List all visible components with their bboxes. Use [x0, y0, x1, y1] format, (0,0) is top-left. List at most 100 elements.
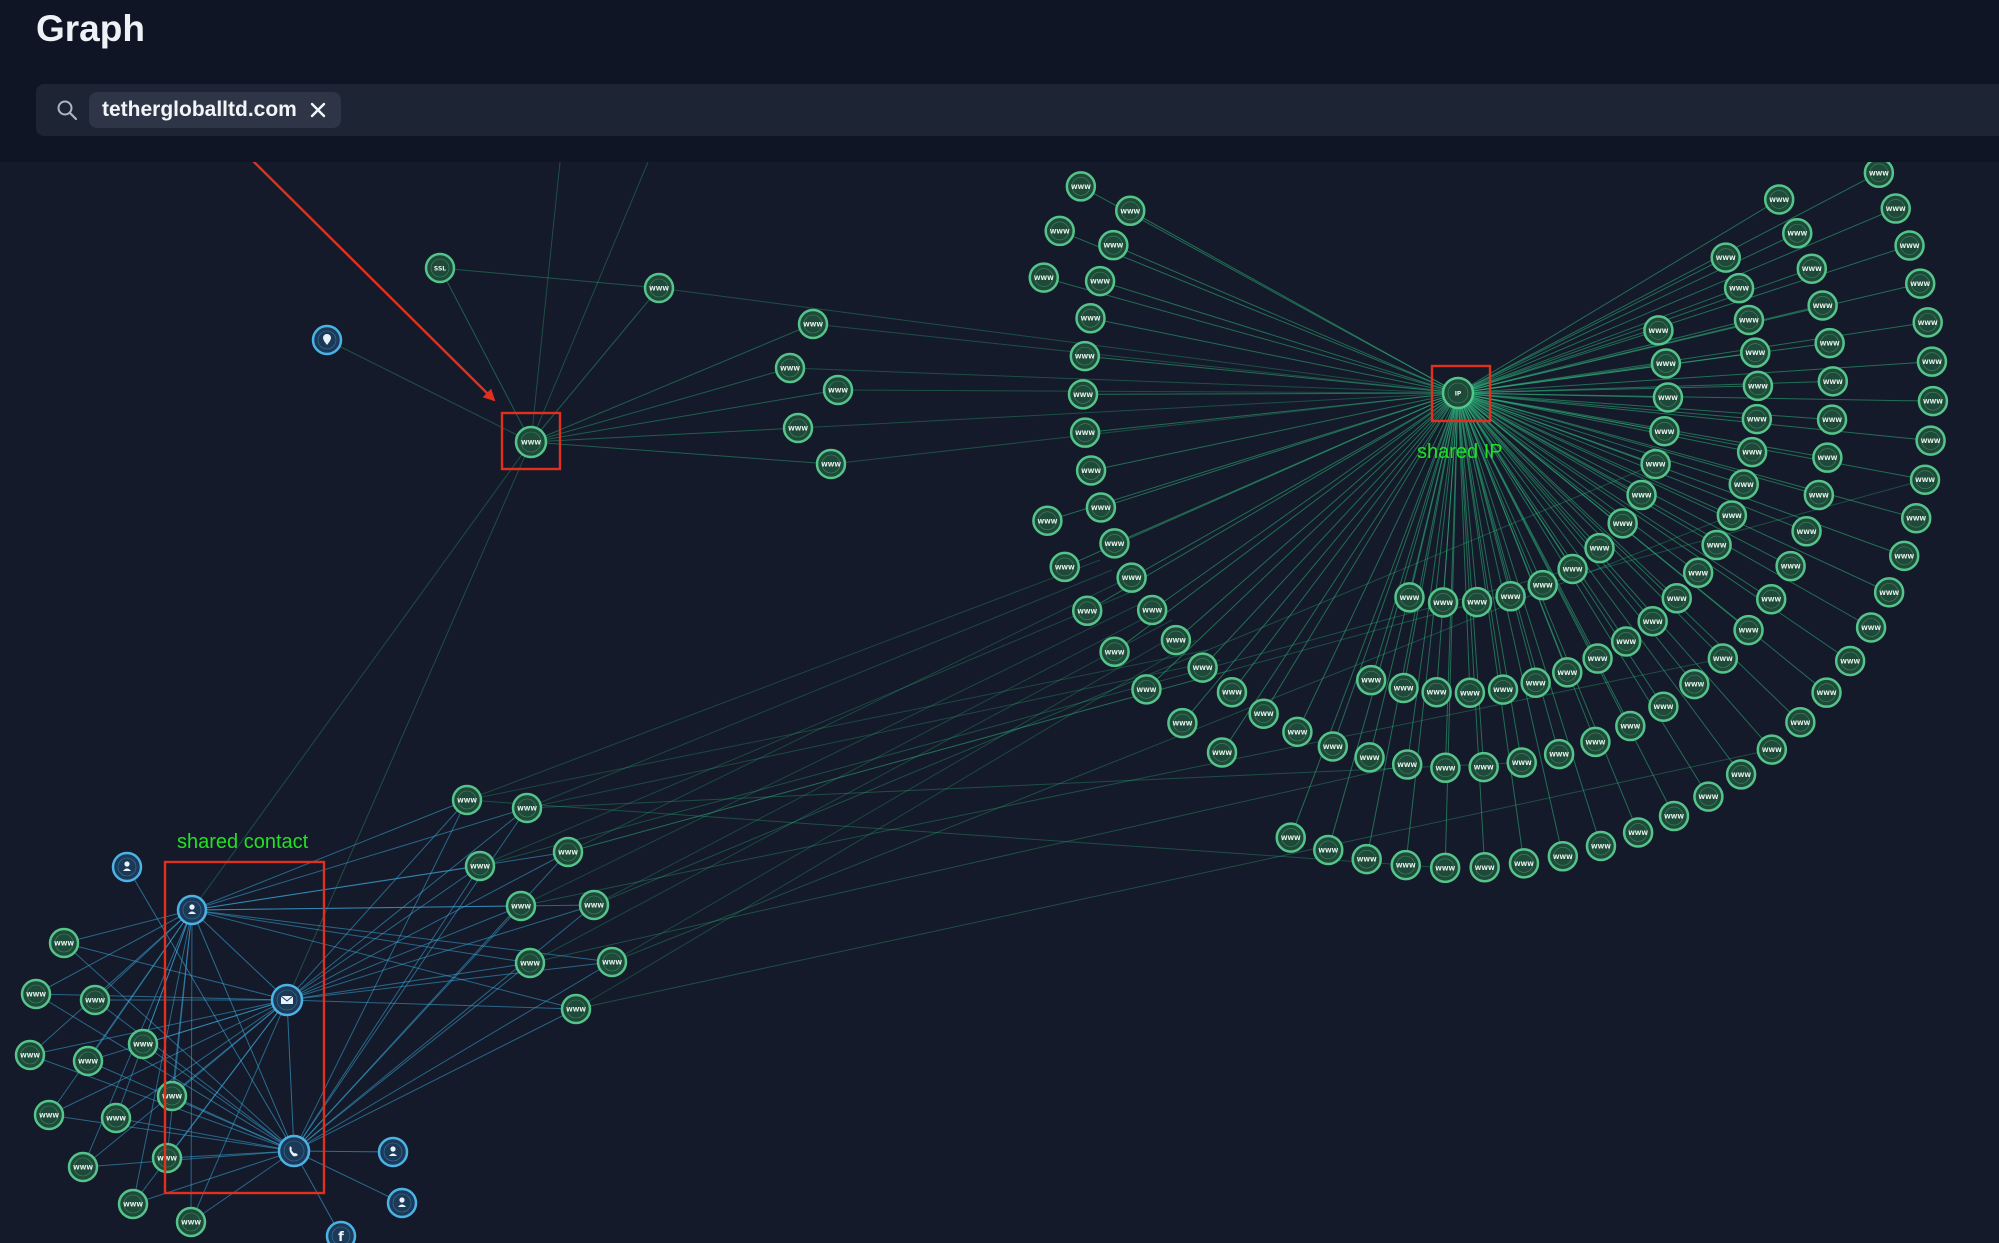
www-node[interactable]: WWW — [1543, 738, 1575, 770]
www-node[interactable]: WWW — [1803, 479, 1835, 511]
www-node[interactable]: WWW — [1650, 348, 1682, 379]
location-node[interactable] — [311, 324, 343, 356]
www-node[interactable]: WWW — [1736, 436, 1768, 468]
www-node[interactable]: WWW — [1652, 382, 1684, 413]
www-node[interactable]: WWW — [643, 272, 675, 304]
ip-node[interactable]: IP — [1441, 376, 1475, 410]
www-node[interactable]: WWW — [127, 1028, 159, 1060]
www-node[interactable]: WWW — [20, 978, 52, 1010]
www-node[interactable]: WWW — [1275, 822, 1306, 853]
www-node[interactable]: WWW — [151, 1142, 183, 1174]
www-node[interactable]: WWW — [552, 836, 584, 868]
www-node[interactable]: WWW — [505, 890, 537, 922]
www-node[interactable]: WWW — [1354, 742, 1385, 773]
www-node[interactable]: WWW — [1658, 800, 1690, 832]
www-node[interactable]: WWW — [1429, 852, 1461, 884]
www-node[interactable]: WWW — [48, 927, 80, 959]
www-node[interactable]: WWW — [1552, 657, 1583, 688]
www-node[interactable]: WWW — [79, 984, 111, 1016]
www-node[interactable]: WWW — [815, 448, 847, 480]
www-node[interactable]: WWW — [464, 850, 496, 882]
www-node[interactable]: WWW — [1909, 464, 1941, 495]
www-node[interactable]: WWW — [1580, 726, 1611, 758]
www-node[interactable]: WWW — [1585, 830, 1617, 862]
search-icon[interactable] — [56, 99, 78, 121]
www-node[interactable]: WWW — [560, 993, 592, 1025]
www-node[interactable]: WWW — [1469, 852, 1500, 883]
www-node[interactable]: WWW — [1388, 672, 1419, 704]
person-node[interactable] — [111, 851, 143, 883]
www-node[interactable]: WWW — [1313, 834, 1344, 866]
www-node[interactable]: WWW — [1742, 370, 1774, 402]
www-node[interactable]: WWW — [1610, 626, 1642, 657]
www-node[interactable]: WWW — [1116, 562, 1147, 593]
www-node[interactable]: WWW — [1206, 737, 1238, 768]
www-node[interactable]: WWW — [117, 1188, 149, 1220]
www-node[interactable]: WWW — [1707, 643, 1739, 674]
www-node[interactable]: WWW — [1160, 624, 1192, 656]
www-node[interactable]: WWW — [1811, 677, 1842, 708]
www-node[interactable]: WWW — [14, 1039, 46, 1071]
www-node[interactable]: WWW — [1099, 636, 1130, 668]
www-node[interactable]: WWW — [100, 1102, 132, 1134]
www-node[interactable]: WWW — [1796, 253, 1828, 284]
www-node[interactable]: WWW — [1075, 455, 1107, 486]
target-node[interactable]: WWW — [514, 425, 548, 459]
www-node[interactable]: WWW — [1649, 416, 1680, 447]
www-node[interactable]: WWW — [1888, 540, 1920, 572]
www-node[interactable]: WWW — [1084, 265, 1116, 297]
www-node[interactable]: WWW — [1216, 676, 1248, 708]
www-node[interactable]: WWW — [596, 946, 628, 978]
graph-canvas[interactable]: WWW WWW WWW WWW WWW WWW WWW WWW WWW WWW WWW WWW WWW W… — [0, 162, 1999, 1243]
www-node[interactable]: WWW — [1454, 677, 1486, 709]
www-node[interactable]: WWW — [1716, 500, 1748, 531]
www-node[interactable]: WWW — [1508, 848, 1540, 879]
www-node[interactable]: WWW — [1682, 557, 1714, 589]
www-node[interactable]: WWW — [1394, 582, 1425, 613]
www-node[interactable]: WWW — [1817, 366, 1849, 397]
www-node[interactable]: WWW — [1557, 553, 1588, 585]
www-node[interactable]: WWW — [1136, 594, 1168, 626]
www-node[interactable]: WWW — [1755, 583, 1787, 615]
www-node[interactable]: WWW — [1065, 171, 1097, 202]
www-node[interactable]: WWW — [1643, 315, 1674, 346]
www-node[interactable]: WWW — [1693, 781, 1724, 812]
www-node[interactable]: WWW — [156, 1080, 188, 1112]
www-node[interactable]: WWW — [1733, 304, 1765, 336]
email-node[interactable] — [270, 983, 304, 1017]
www-node[interactable]: WWW — [822, 374, 854, 406]
facebook-node[interactable]: f — [325, 1220, 357, 1243]
www-node[interactable]: WWW — [1351, 843, 1382, 875]
www-node[interactable]: WWW — [782, 412, 814, 444]
www-node[interactable]: WWW — [451, 784, 483, 816]
www-node[interactable]: WWW — [1863, 162, 1895, 189]
www-node[interactable]: WWW — [514, 947, 546, 979]
www-node[interactable]: WWW — [1791, 516, 1822, 547]
phone-node[interactable] — [277, 1134, 311, 1168]
www-node[interactable]: WWW — [774, 352, 806, 384]
www-node[interactable]: WWW — [1626, 479, 1657, 511]
www-node[interactable]: WWW — [1248, 698, 1279, 729]
person-node[interactable] — [176, 894, 208, 926]
www-node[interactable]: WWW — [1187, 652, 1218, 683]
www-node[interactable]: WWW — [1763, 184, 1795, 215]
www-node[interactable]: WWW — [1390, 849, 1421, 881]
www-node[interactable]: WWW — [1427, 587, 1459, 618]
person-node[interactable] — [377, 1136, 409, 1168]
www-node[interactable]: WWW — [511, 792, 543, 824]
www-node[interactable]: WWW — [1917, 385, 1949, 417]
www-node[interactable]: WWW — [67, 1151, 99, 1183]
close-icon[interactable] — [309, 101, 327, 119]
www-node[interactable]: WWW — [1391, 749, 1423, 780]
ssl-node[interactable]: SSL — [424, 252, 456, 284]
www-node[interactable]: WWW — [1075, 302, 1106, 334]
www-node[interactable]: WWW — [797, 308, 829, 340]
www-node[interactable]: WWW — [1069, 340, 1101, 372]
www-node[interactable]: WWW — [1071, 595, 1103, 627]
www-node[interactable]: WWW — [1032, 505, 1063, 537]
www-node[interactable]: WWW — [1547, 841, 1579, 872]
www-node[interactable]: WWW — [1282, 716, 1313, 748]
www-node[interactable]: WWW — [1873, 577, 1905, 608]
www-node[interactable]: WWW — [1710, 242, 1741, 273]
www-node[interactable]: WWW — [1317, 731, 1349, 762]
